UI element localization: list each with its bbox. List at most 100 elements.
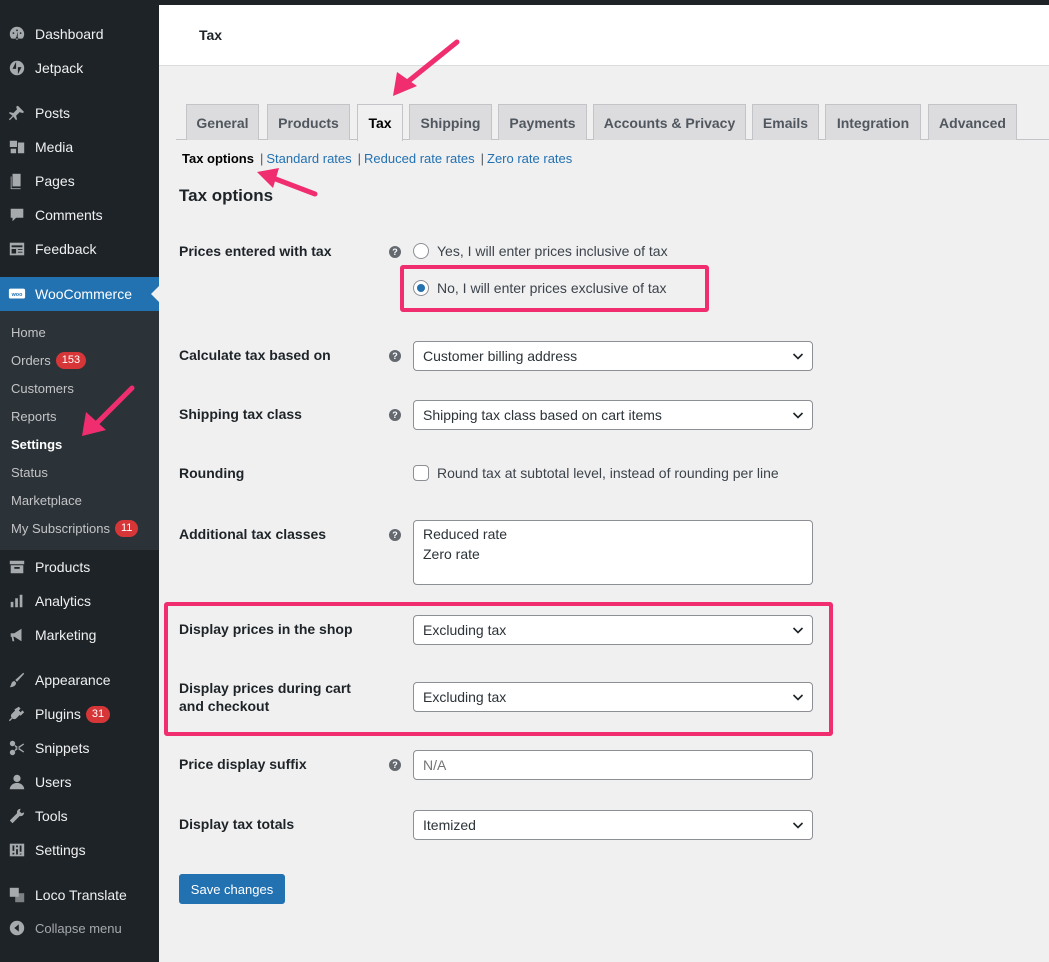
- subnav-link-reduced-rate-rates[interactable]: Reduced rate rates: [364, 151, 475, 166]
- sidebar-item-label: WooCommerce: [35, 286, 132, 302]
- sidebar-item-analytics[interactable]: Analytics: [0, 584, 159, 618]
- collapse-icon: [8, 919, 26, 937]
- sidebar-item-label: Marketing: [35, 627, 97, 643]
- sidebar-item-appearance[interactable]: Appearance: [0, 663, 159, 697]
- shipping-tax-class-select[interactable]: Shipping tax class based on cart items: [413, 400, 813, 430]
- sidebar-item-woocommerce[interactable]: woo WooCommerce: [0, 277, 159, 311]
- sidebar-item-settings[interactable]: Settings: [0, 833, 159, 867]
- rounding-checkbox[interactable]: [413, 465, 429, 481]
- help-icon[interactable]: ?: [389, 759, 401, 771]
- sidebar-item-label: Pages: [35, 173, 75, 189]
- tab-advanced[interactable]: Advanced: [928, 104, 1017, 140]
- sidebar-item-pages[interactable]: Pages: [0, 164, 159, 198]
- sidebar-item-label: Comments: [35, 207, 103, 223]
- select-value: Customer billing address: [423, 348, 578, 364]
- shipping-tax-class-label: Shipping tax class: [179, 406, 302, 422]
- subnav-separator: |: [357, 151, 362, 166]
- collapse-menu-button[interactable]: Collapse menu: [0, 911, 159, 945]
- rounding-checkbox-row[interactable]: Round tax at subtotal level, instead of …: [413, 465, 779, 481]
- sidebar-item-loco-translate[interactable]: Loco Translate: [0, 878, 159, 912]
- svg-text:woo: woo: [11, 292, 23, 298]
- help-icon[interactable]: ?: [389, 409, 401, 421]
- tab-tax[interactable]: Tax: [357, 104, 403, 141]
- submenu-item-marketplace[interactable]: Marketplace: [11, 490, 82, 510]
- tab-shipping[interactable]: Shipping: [409, 104, 492, 140]
- chevron-down-icon: [792, 353, 804, 360]
- tab-payments[interactable]: Payments: [498, 104, 587, 140]
- tab-general[interactable]: General: [186, 104, 259, 140]
- submenu-label: Status: [11, 464, 48, 480]
- select-value: Shipping tax class based on cart items: [423, 407, 662, 423]
- tax-subnav: Tax options | Standard rates | Reduced r…: [182, 151, 572, 166]
- sidebar-item-label: Loco Translate: [35, 887, 127, 903]
- sliders-icon: [8, 841, 26, 859]
- brush-icon: [8, 671, 26, 689]
- submenu-label: Settings: [11, 436, 63, 452]
- feedback-icon: [8, 240, 26, 258]
- tab-products[interactable]: Products: [267, 104, 350, 140]
- submenu-item-status[interactable]: Status: [11, 462, 48, 482]
- subnav-link-zero-rate-rates[interactable]: Zero rate rates: [487, 151, 572, 166]
- submenu-item-my-subscriptions[interactable]: My Subscriptions 11: [11, 518, 139, 538]
- annotation-arrow: [257, 168, 318, 197]
- pages-icon: [8, 172, 26, 190]
- sidebar-item-label: Plugins: [35, 706, 81, 722]
- plugins-count-badge: 31: [85, 705, 111, 723]
- sidebar-item-snippets[interactable]: Snippets: [0, 731, 159, 765]
- checkbox-label: Round tax at subtotal level, instead of …: [437, 465, 779, 481]
- page-title: Tax: [199, 27, 223, 43]
- dashboard-icon: [8, 25, 26, 43]
- prices-inclusive-radio[interactable]: Yes, I will enter prices inclusive of ta…: [413, 243, 668, 259]
- submenu-item-orders[interactable]: Orders 153: [11, 350, 87, 370]
- sidebar-item-jetpack[interactable]: Jetpack: [0, 51, 159, 85]
- subnav-link-standard-rates[interactable]: Standard rates: [266, 151, 351, 166]
- user-icon: [8, 773, 26, 791]
- chevron-down-icon: [792, 822, 804, 829]
- display-tax-totals-select[interactable]: Itemized: [413, 810, 813, 840]
- save-changes-button[interactable]: Save changes: [179, 874, 285, 904]
- sidebar-item-users[interactable]: Users: [0, 765, 159, 799]
- submenu-item-settings[interactable]: Settings: [11, 434, 62, 454]
- price-suffix-input[interactable]: [413, 750, 813, 780]
- translate-icon: [8, 886, 26, 904]
- sidebar-item-feedback[interactable]: Feedback: [0, 232, 159, 266]
- sidebar-item-posts[interactable]: Posts: [0, 96, 159, 130]
- sidebar-item-products[interactable]: Products: [0, 550, 159, 584]
- submenu-item-home[interactable]: Home: [11, 322, 46, 342]
- sidebar-item-marketing[interactable]: Marketing: [0, 618, 159, 652]
- submenu-label: Marketplace: [11, 492, 82, 508]
- orders-count-badge: 153: [55, 351, 87, 369]
- annotation-arrow: [82, 385, 135, 436]
- rounding-label: Rounding: [179, 465, 245, 481]
- submenu-label: Reports: [11, 408, 57, 424]
- media-icon: [8, 138, 26, 156]
- sidebar-item-plugins[interactable]: Plugins 31: [0, 697, 159, 731]
- calculate-based-on-select[interactable]: Customer billing address: [413, 341, 813, 371]
- additional-tax-classes-label: Additional tax classes: [179, 526, 327, 542]
- comments-icon: [8, 206, 26, 224]
- help-icon[interactable]: ?: [389, 246, 401, 258]
- woocommerce-icon: woo: [8, 285, 26, 303]
- sidebar-item-tools[interactable]: Tools: [0, 799, 159, 833]
- additional-tax-classes-textarea[interactable]: [413, 520, 813, 585]
- submenu-item-customers[interactable]: Customers: [11, 378, 74, 398]
- sidebar-item-label: Feedback: [35, 241, 97, 257]
- display-tax-totals-label: Display tax totals: [179, 816, 295, 832]
- analytics-icon: [8, 592, 26, 610]
- sidebar-item-dashboard[interactable]: Dashboard: [0, 17, 159, 51]
- help-icon[interactable]: ?: [389, 350, 401, 362]
- tab-accounts-privacy[interactable]: Accounts & Privacy: [593, 104, 746, 140]
- pin-icon: [8, 104, 26, 122]
- help-icon[interactable]: ?: [389, 529, 401, 541]
- jetpack-icon: [8, 59, 26, 77]
- submenu-item-reports[interactable]: Reports: [11, 406, 57, 426]
- tab-integration[interactable]: Integration: [825, 104, 921, 140]
- radio-button[interactable]: [413, 243, 429, 259]
- calculate-based-on-label: Calculate tax based on: [179, 347, 331, 363]
- sidebar-item-label: Jetpack: [35, 60, 84, 76]
- tab-emails[interactable]: Emails: [752, 104, 819, 140]
- select-value: Itemized: [423, 817, 476, 833]
- sidebar-item-comments[interactable]: Comments: [0, 198, 159, 232]
- submenu-label: Customers: [11, 380, 74, 396]
- sidebar-item-media[interactable]: Media: [0, 130, 159, 164]
